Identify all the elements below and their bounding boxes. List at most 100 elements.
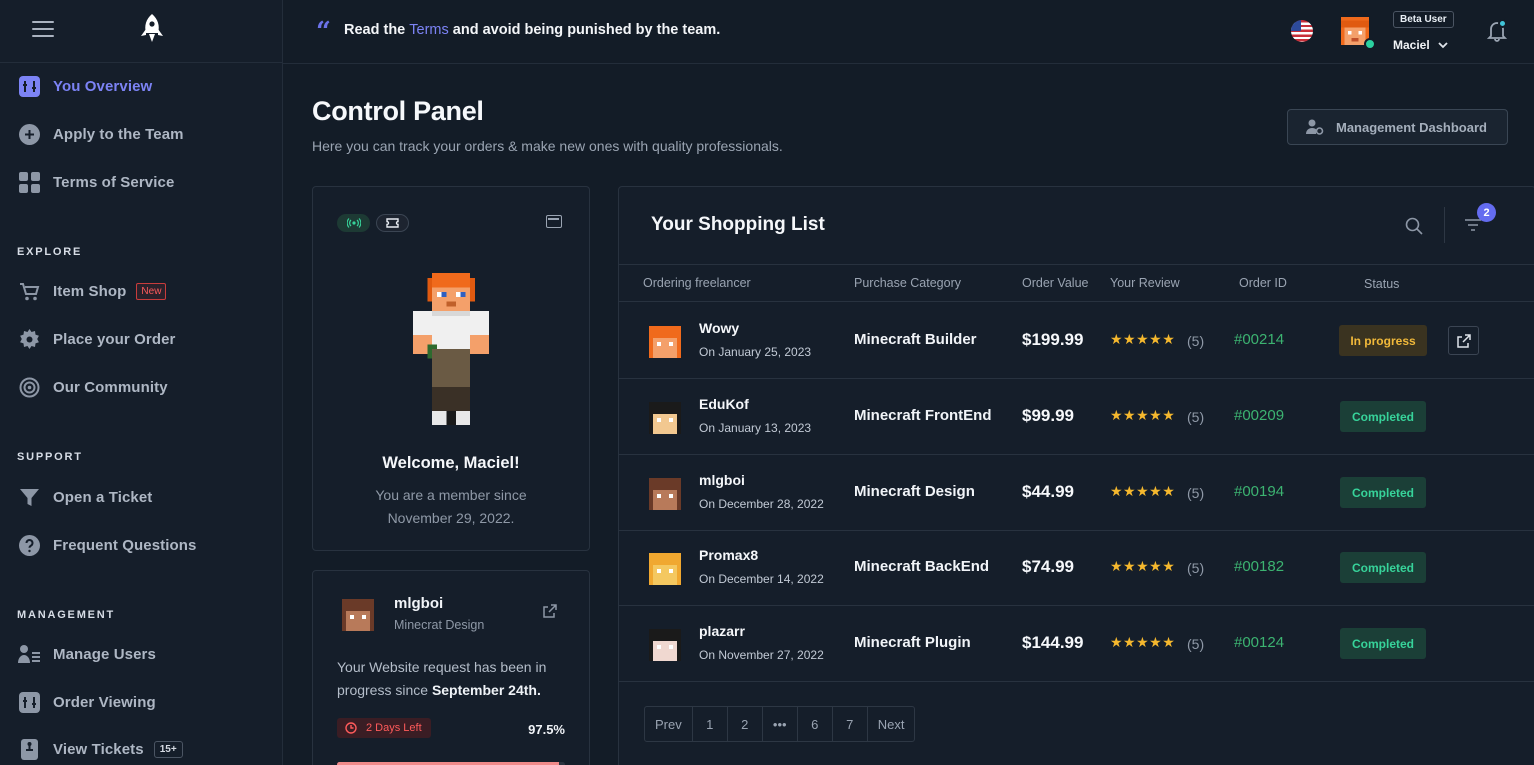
page-subtitle: Here you can track your orders & make ne… — [312, 138, 783, 154]
question-icon — [18, 534, 40, 556]
sidebar-item-view-tickets[interactable]: View Tickets 15+ — [18, 733, 183, 765]
table-row[interactable]: Promax8 On December 14, 2022 Minecraft Bac… — [619, 530, 1534, 606]
sidebar-item-terms[interactable]: Terms of Service — [18, 166, 174, 198]
purchase-category: Minecraft FrontEnd — [854, 407, 992, 424]
sidebar-item-open-ticket[interactable]: Open a Ticket — [18, 481, 152, 513]
request-start-date: September 24th. — [431, 682, 541, 698]
sidebar-item-label: Apply to the Team — [53, 125, 184, 143]
notice-text: and avoid being punished by the team. — [452, 22, 721, 38]
pagination-button[interactable]: Prev — [645, 707, 693, 741]
order-id[interactable]: #00214 — [1234, 331, 1284, 348]
table-row[interactable]: mlgboi On December 28, 2022 Minecraft Desi… — [619, 455, 1534, 531]
order-id[interactable]: #00124 — [1234, 634, 1284, 651]
sidebar-item-place-order[interactable]: Place your Order — [18, 323, 176, 355]
pagination-button[interactable]: 2 — [728, 707, 763, 741]
order-id[interactable]: #00209 — [1234, 407, 1284, 424]
filter-icon[interactable] — [1464, 218, 1482, 232]
sidebar-item-item-shop[interactable]: Item Shop New — [18, 275, 167, 307]
sidebar-item-order-viewing[interactable]: Order Viewing — [18, 686, 156, 718]
sidebar-item-label: Terms of Service — [53, 173, 175, 191]
avatar — [649, 478, 681, 510]
freelancer-name: EduKof — [699, 396, 749, 412]
rating-stars: ★★★★★ — [1110, 635, 1176, 651]
sidebar-item-apply[interactable]: Apply to the Team — [18, 118, 184, 150]
pagination-button[interactable]: 6 — [798, 707, 833, 741]
table-row[interactable]: plazarr On November 27, 2022 Minecraft Plu… — [619, 606, 1534, 682]
management-dashboard-button[interactable]: Management Dashboard — [1287, 109, 1508, 145]
review-count: (5) — [1187, 560, 1205, 576]
external-link-icon[interactable] — [543, 604, 557, 618]
online-status-dot — [1364, 38, 1376, 50]
notification-dot — [1498, 19, 1507, 28]
rating-stars: ★★★★★ — [1110, 484, 1176, 500]
menu-icon[interactable] — [32, 21, 54, 37]
request-card: mlgboi Minecrat Design Your Website requ… — [312, 570, 590, 765]
chevron-down-icon — [1438, 42, 1448, 49]
order-date: On November 27, 2022 — [699, 648, 824, 662]
review-count: (5) — [1187, 333, 1205, 349]
topbar: “ Read the Terms and avoid being punishe… — [283, 0, 1534, 64]
freelancer-name: Wowy — [699, 320, 740, 336]
live-pill[interactable] — [337, 214, 370, 232]
sidebar-item-label: Order Viewing — [53, 693, 156, 711]
order-value: $44.99 — [1022, 482, 1074, 501]
column-header: Purchase Category — [854, 276, 962, 290]
notice-text: Read the — [344, 22, 406, 38]
wallet-icon[interactable] — [546, 215, 562, 228]
gear-icon — [18, 328, 40, 350]
order-id[interactable]: #00194 — [1234, 483, 1284, 500]
grid-icon — [18, 171, 40, 193]
us-flag-icon[interactable] — [1291, 20, 1313, 42]
purchase-category: Minecraft Design — [854, 483, 975, 500]
member-since-date: November 29, 2022. — [387, 510, 515, 526]
progress-percent: 97.5% — [528, 722, 565, 737]
request-category: Minecrat Design — [394, 618, 485, 632]
order-id[interactable]: #00182 — [1234, 558, 1284, 575]
terms-link[interactable]: Terms — [409, 22, 448, 38]
user-name: Maciel — [1393, 38, 1430, 52]
status-badge: Completed — [1340, 628, 1426, 659]
divider — [1444, 207, 1445, 243]
open-order-button[interactable] — [1448, 326, 1479, 355]
column-header: Ordering freelancer — [643, 276, 751, 290]
rocket-logo-icon[interactable] — [139, 13, 165, 45]
request-freelancer-name: mlgboi — [394, 595, 444, 612]
pagination-button[interactable]: 1 — [693, 707, 728, 741]
review-count: (5) — [1187, 409, 1205, 425]
sidebar-item-faq[interactable]: Frequent Questions — [18, 529, 196, 561]
minecraft-skin-image — [413, 273, 489, 425]
filter-count-badge: 2 — [1477, 203, 1496, 222]
pagination-button[interactable]: Next — [868, 707, 915, 741]
overview-icon — [18, 691, 40, 713]
user-menu[interactable]: Maciel — [1393, 38, 1448, 52]
section-title-support: SUPPORT — [17, 451, 83, 463]
order-date: On January 25, 2023 — [699, 345, 812, 359]
days-left-badge: 2 Days Left — [337, 718, 431, 738]
plus-circle-icon — [18, 123, 40, 145]
table-header: Ordering freelancer Purchase Category Or… — [619, 264, 1534, 302]
section-title-management: MANAGEMENT — [17, 609, 116, 621]
terms-notice: Read the Terms and avoid being punished … — [344, 22, 720, 38]
avatar — [649, 553, 681, 585]
sidebar-item-label: View Tickets — [53, 740, 144, 758]
sidebar-item-label: You Overview — [53, 77, 153, 95]
welcome-title: Welcome, Maciel! — [382, 454, 520, 472]
purchase-category: Minecraft BackEnd — [854, 558, 990, 575]
ticket-pill[interactable] — [376, 214, 409, 232]
avatar — [649, 629, 681, 661]
sidebar-item-community[interactable]: Our Community — [18, 371, 168, 403]
sidebar-item-overview[interactable]: You Overview — [18, 70, 152, 102]
external-link-icon — [1456, 333, 1471, 348]
member-since: You are a member since November 29, 2022… — [313, 484, 589, 530]
pagination: Prev 1 2 ••• 6 7 Next — [644, 706, 916, 742]
sidebar-item-manage-users[interactable]: Manage Users — [18, 638, 156, 670]
table-row[interactable]: Wowy On January 25, 2023 Minecraft Builder… — [619, 303, 1534, 379]
rating-stars: ★★★★★ — [1110, 559, 1176, 575]
broadcast-icon — [18, 376, 40, 398]
table-row[interactable]: EduKof On January 13, 2023 Minecraft Front… — [619, 379, 1534, 455]
freelancer-name: plazarr — [699, 623, 745, 639]
pagination-button[interactable]: 7 — [833, 707, 868, 741]
sidebar-item-label: Open a Ticket — [53, 488, 153, 506]
search-icon[interactable] — [1405, 217, 1423, 235]
pagination-button[interactable]: ••• — [763, 707, 798, 741]
